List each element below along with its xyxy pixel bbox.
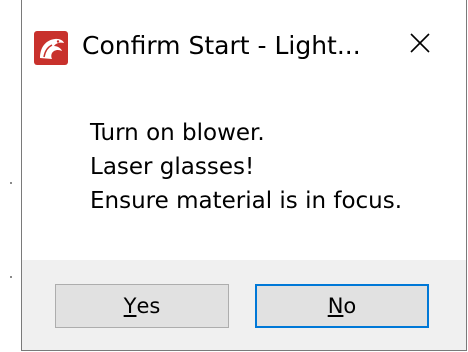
message-line-focus: Ensure material is in focus. [90,188,403,214]
background-mark [10,276,12,278]
no-button[interactable]: No [255,284,429,328]
no-label-rest: o [343,294,357,318]
message-line-glasses: Laser glasses! [90,154,255,180]
yes-label-rest: es [136,294,161,318]
yes-button[interactable]: Yes [55,284,229,328]
close-button[interactable] [394,22,446,68]
title-bar[interactable]: Confirm Start - Light... [22,0,466,92]
screen: Confirm Start - Light... Turn on blower.… [0,0,468,352]
dialog-title: Confirm Start - Light... [82,31,361,60]
message-line-blower: Turn on blower. [90,120,265,146]
close-x-icon [410,33,430,57]
message-body: Turn on blower. Laser glasses! Ensure ma… [90,116,460,218]
yes-mnemonic: Y [123,294,137,318]
no-mnemonic: N [327,294,344,318]
background-mark [10,182,12,184]
lightburn-app-icon [34,31,68,65]
confirm-dialog: Confirm Start - Light... Turn on blower.… [21,0,467,351]
button-bar: Yes No [22,260,466,350]
